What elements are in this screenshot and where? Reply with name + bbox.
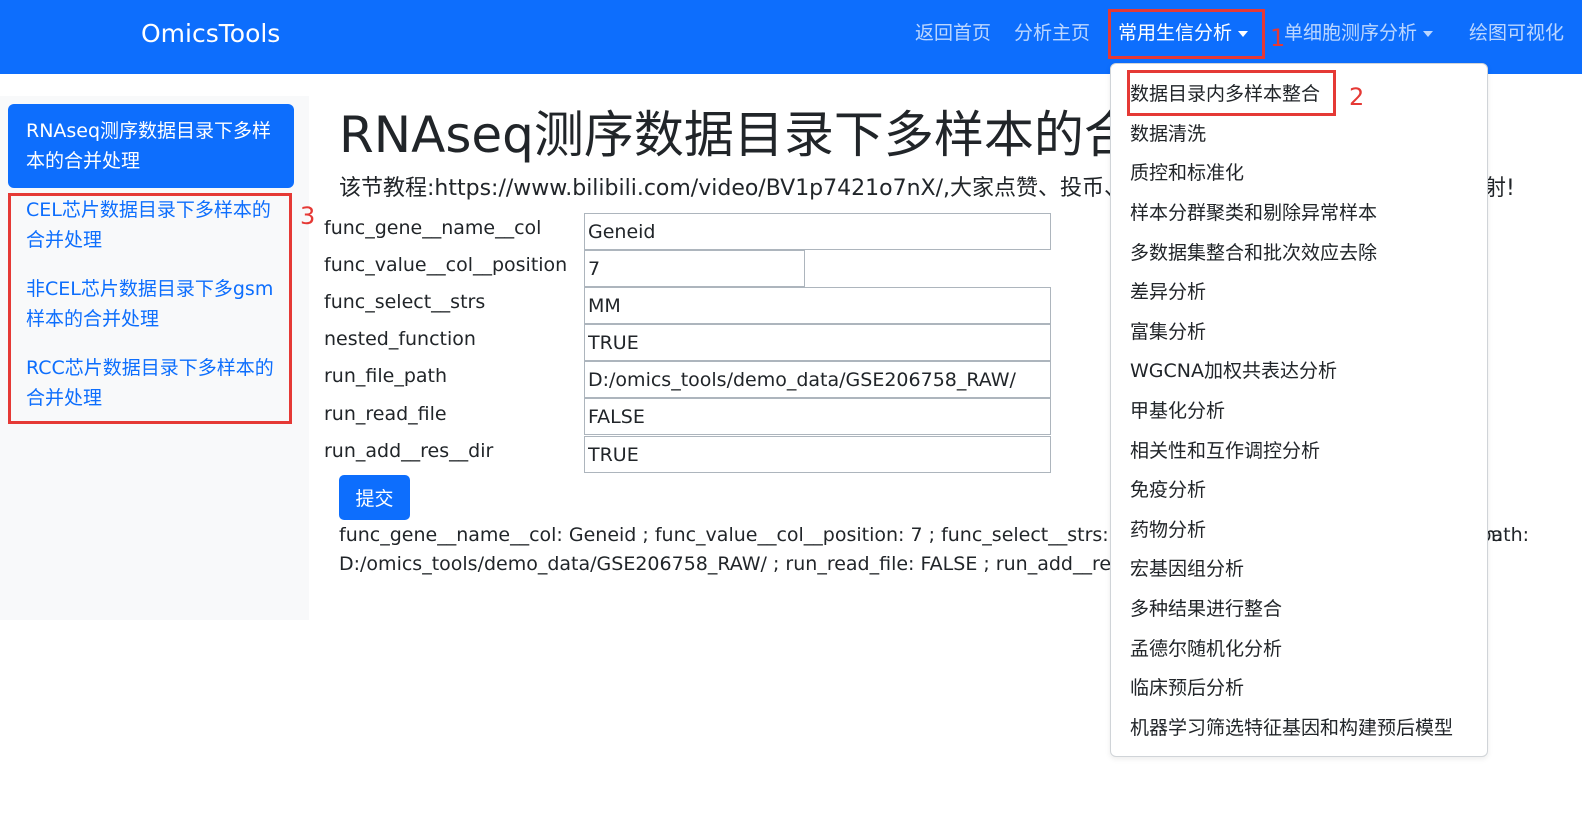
nav-dropdown-single-cell[interactable]: 单细胞测序分析 [1284, 18, 1434, 45]
input-func-select-strs[interactable] [584, 287, 1051, 324]
input-nested-function[interactable] [584, 324, 1051, 361]
label-run-read-file: run_read_file [324, 403, 447, 425]
nav-link-home[interactable]: 返回首页 [915, 18, 991, 45]
annotation-number-2: 2 [1349, 83, 1365, 111]
caret-down-icon [1423, 30, 1434, 37]
input-func-gene-name-col[interactable] [584, 213, 1051, 250]
tutorial-text-end: 射! [1484, 176, 1515, 201]
label-func-gene-name-col: func_gene__name__col [324, 217, 542, 239]
sidebar-item-rnaseq[interactable]: RNAseq测序数据目录下多样本的合并处理 [8, 104, 294, 188]
nav-link-visualization[interactable]: 绘图可视化 [1469, 18, 1564, 45]
input-run-read-file[interactable] [584, 398, 1051, 435]
dropdown-item-wgcna[interactable]: WGCNA加权共表达分析 [1130, 358, 1337, 384]
label-nested-function: nested_function [324, 328, 476, 350]
highlight-box-dropdown-item [1127, 70, 1336, 116]
annotation-number-1: 1 [1270, 24, 1286, 52]
dropdown-menu: 数据目录内多样本整合 数据清洗 质控和标准化 样本分群聚类和剔除异常样本 多数据… [1110, 63, 1488, 757]
dropdown-item-immune[interactable]: 免疫分析 [1130, 477, 1206, 503]
dropdown-item-result-integration[interactable]: 多种结果进行整合 [1130, 596, 1282, 622]
dropdown-item-enrichment[interactable]: 富集分析 [1130, 319, 1206, 345]
input-run-add-res-dir[interactable] [584, 436, 1051, 473]
dropdown-item-mendelian[interactable]: 孟德尔随机化分析 [1130, 636, 1282, 662]
submit-button[interactable]: 提交 [339, 475, 410, 520]
dropdown-item-correlation[interactable]: 相关性和互作调控分析 [1130, 438, 1320, 464]
highlight-box-nav [1108, 9, 1265, 59]
input-func-value-col-position[interactable] [584, 250, 805, 287]
highlight-box-sidebar [8, 193, 292, 424]
nav-dropdown-single-cell-label: 单细胞测序分析 [1284, 22, 1418, 44]
dropdown-item-clinical-prognosis[interactable]: 临床预后分析 [1130, 675, 1244, 701]
label-func-select-strs: func_select__strs [324, 291, 486, 313]
dropdown-item-qc-normalization[interactable]: 质控和标准化 [1130, 160, 1244, 186]
result-text-line-2: D:/omics_tools/demo_data/GSE206758_RAW/ … [339, 553, 1228, 575]
nav-link-analysis-home[interactable]: 分析主页 [1014, 18, 1090, 45]
dropdown-item-methylation[interactable]: 甲基化分析 [1130, 398, 1225, 424]
brand-logo[interactable]: OmicsTools [141, 19, 280, 48]
dropdown-item-drug[interactable]: 药物分析 [1130, 517, 1206, 543]
label-run-add-res-dir: run_add__res__dir [324, 440, 494, 462]
dropdown-item-data-cleaning[interactable]: 数据清洗 [1130, 121, 1206, 147]
dropdown-item-differential[interactable]: 差异分析 [1130, 279, 1206, 305]
input-run-file-path[interactable] [584, 361, 1051, 398]
dropdown-item-clustering[interactable]: 样本分群聚类和剔除异常样本 [1130, 200, 1377, 226]
dropdown-item-metagenome[interactable]: 宏基因组分析 [1130, 556, 1244, 582]
label-run-file-path: run_file_path [324, 365, 448, 387]
dropdown-item-machine-learning[interactable]: 机器学习筛选特征基因和构建预后模型 [1130, 715, 1453, 741]
label-func-value-col-position: func_value__col__position [324, 254, 568, 276]
dropdown-item-batch-effect[interactable]: 多数据集整合和批次效应去除 [1130, 240, 1377, 266]
annotation-number-3: 3 [300, 202, 316, 230]
